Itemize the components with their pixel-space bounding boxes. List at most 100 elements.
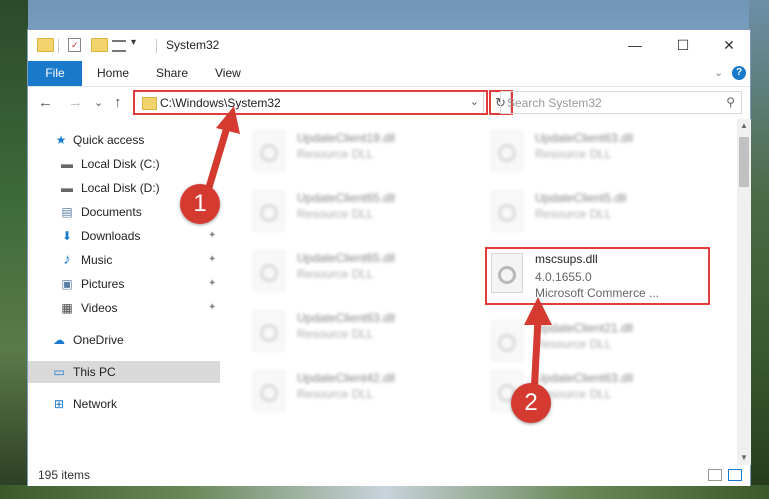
- customize-toolbar-icon[interactable]: [112, 40, 126, 52]
- drive-icon: ▬: [61, 181, 73, 195]
- expand-ribbon-icon[interactable]: ⌄: [714, 66, 723, 79]
- window-title: System32: [166, 38, 220, 52]
- music-icon: ♪: [63, 251, 71, 268]
- maximize-button[interactable]: ☐: [660, 30, 706, 61]
- file-name: UpdateClient42.dll: [297, 371, 396, 385]
- properties-icon[interactable]: ✓: [68, 38, 81, 52]
- file-name: UpdateClient65.dll: [297, 251, 396, 265]
- file-name: UpdateClient63.dll: [297, 311, 396, 325]
- pin-icon[interactable]: ✦: [208, 297, 216, 319]
- nav-item-label: Documents: [81, 205, 142, 219]
- file-type: Resource DLL: [297, 207, 374, 221]
- nav-item-videos[interactable]: ▦ Videos ✦: [28, 297, 220, 319]
- drive-icon: ▬: [61, 157, 73, 171]
- file-item[interactable]: UpdateClient42.dll Resource DLL: [247, 365, 467, 421]
- nav-item-label: Pictures: [81, 277, 125, 291]
- vertical-scrollbar[interactable]: ▲ ▼: [737, 119, 751, 465]
- documents-icon: ▤: [61, 205, 73, 219]
- desktop-background-right: [749, 0, 769, 499]
- file-version: 4.0.1655.0: [535, 270, 592, 284]
- nav-item-label: Local Disk (D:): [81, 181, 160, 195]
- large-icons-view-icon[interactable]: [728, 469, 742, 481]
- star-icon: ★: [55, 133, 67, 147]
- file-type: Resource DLL: [297, 387, 374, 401]
- callout-badge-two: 2: [511, 383, 551, 423]
- file-type: Resource DLL: [297, 267, 374, 281]
- nav-item-this-pc[interactable]: ▭ This PC: [28, 361, 220, 383]
- pin-icon[interactable]: ✦: [208, 225, 216, 247]
- minimize-button[interactable]: —: [612, 30, 658, 61]
- tab-home[interactable]: Home: [97, 61, 129, 86]
- file-name: UpdateClient65.dll: [297, 191, 396, 205]
- desktop-background-bottom: [0, 485, 769, 499]
- help-icon[interactable]: ?: [732, 66, 746, 80]
- folder-icon: [37, 38, 54, 52]
- dll-file-icon: [253, 251, 285, 291]
- search-placeholder: Search System32: [507, 96, 602, 110]
- tab-file[interactable]: File: [28, 61, 82, 86]
- scroll-up-icon[interactable]: ▲: [737, 119, 751, 133]
- separator: [156, 39, 157, 53]
- file-name: UpdateClient19.dll: [297, 131, 396, 145]
- nav-item-label: Downloads: [81, 229, 141, 243]
- network-icon: ⊞: [53, 397, 65, 411]
- dll-file-icon: [491, 253, 523, 293]
- file-item[interactable]: UpdateClient63.dll Resource DLL: [247, 305, 467, 361]
- search-input[interactable]: Search System32 ⚲: [500, 91, 742, 114]
- dll-file-icon: [253, 191, 285, 231]
- back-button[interactable]: ←: [38, 94, 53, 111]
- file-type: Resource DLL: [297, 147, 374, 161]
- file-type: Resource DLL: [535, 207, 612, 221]
- new-folder-icon[interactable]: [91, 38, 108, 52]
- recent-locations-button[interactable]: ⌄: [94, 96, 103, 109]
- nav-item-label: Music: [81, 253, 113, 267]
- close-button[interactable]: ✕: [706, 30, 752, 61]
- pin-icon[interactable]: ✦: [208, 249, 216, 271]
- scroll-thumb[interactable]: [739, 137, 749, 187]
- dll-file-icon: [491, 191, 523, 231]
- dll-file-icon: [253, 131, 285, 171]
- file-type: Resource DLL: [297, 327, 374, 341]
- search-icon[interactable]: ⚲: [726, 95, 735, 109]
- file-type: Resource DLL: [535, 147, 612, 161]
- nav-item-label: Network: [73, 397, 118, 411]
- tab-view[interactable]: View: [215, 61, 241, 86]
- address-bar[interactable]: C:\Windows\System32 ⌄: [134, 91, 484, 114]
- file-item[interactable]: UpdateClient65.dll Resource DLL: [247, 185, 467, 241]
- file-name: mscsups.dll: [535, 252, 598, 266]
- nav-item-pictures[interactable]: ▣ Pictures ✦: [28, 273, 220, 295]
- pin-icon[interactable]: ✦: [208, 273, 216, 295]
- callout-badge-one: 1: [180, 184, 220, 224]
- scroll-down-icon[interactable]: ▼: [737, 451, 751, 465]
- file-name: UpdateClient5.dll: [535, 191, 627, 205]
- pictures-icon: ▣: [61, 277, 73, 291]
- nav-item-label: Quick access: [73, 133, 145, 147]
- dll-file-icon: [491, 131, 523, 171]
- dll-file-icon: [253, 311, 285, 351]
- chevron-down-icon[interactable]: ▾: [131, 37, 136, 48]
- title-bar: ✓ ▾ System32 — ☐ ✕: [28, 30, 750, 61]
- folder-icon: [142, 97, 157, 110]
- status-bar: 195 items: [28, 465, 750, 486]
- nav-item-label: This PC: [73, 365, 116, 379]
- details-view-icon[interactable]: [708, 469, 722, 481]
- nav-item-onedrive[interactable]: ☁ OneDrive: [28, 329, 220, 351]
- file-item[interactable]: UpdateClient5.dll Resource DLL: [485, 185, 705, 241]
- file-item[interactable]: UpdateClient19.dll Resource DLL: [247, 125, 467, 181]
- nav-item-network[interactable]: ⊞ Network: [28, 393, 220, 415]
- file-list: UpdateClient19.dll Resource DLL UpdateCl…: [223, 119, 735, 465]
- file-item[interactable]: UpdateClient65.dll Resource DLL: [247, 245, 467, 301]
- videos-icon: ▦: [61, 301, 73, 315]
- address-row: ← → ⌄ ↑ C:\Windows\System32 ⌄ ↻ Search S…: [28, 87, 750, 119]
- tab-share[interactable]: Share: [156, 61, 188, 86]
- nav-item-label: Local Disk (C:): [81, 157, 160, 171]
- computer-icon: ▭: [53, 365, 65, 379]
- separator: [58, 39, 59, 53]
- address-dropdown-icon[interactable]: ⌄: [470, 95, 479, 108]
- file-item[interactable]: UpdateClient63.dll Resource DLL: [485, 125, 705, 181]
- nav-item-music[interactable]: ♪ Music ✦: [28, 249, 220, 271]
- forward-button[interactable]: →: [68, 94, 83, 111]
- nav-item-downloads[interactable]: ⬇ Downloads ✦: [28, 225, 220, 247]
- up-button[interactable]: ↑: [114, 94, 122, 111]
- dll-file-icon: [253, 371, 285, 411]
